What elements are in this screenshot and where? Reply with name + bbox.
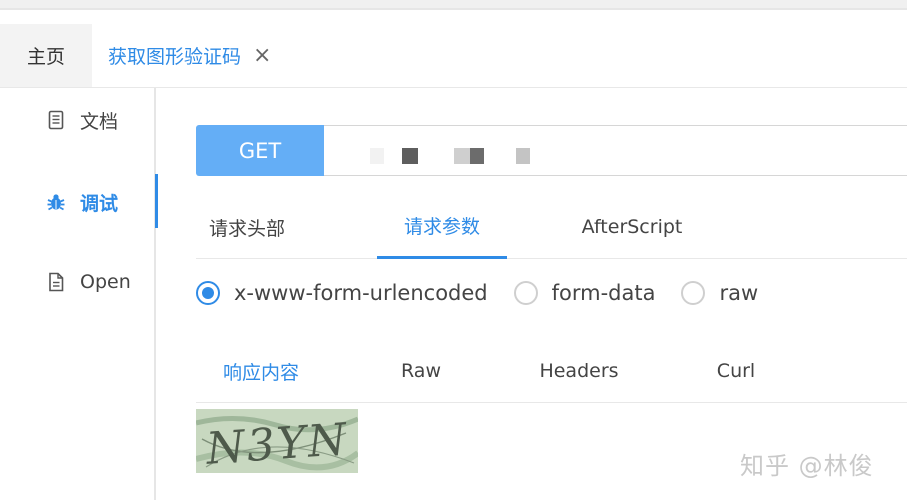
- tab-get-captcha-label: 获取图形验证码: [108, 46, 242, 68]
- method-select-button[interactable]: GET: [196, 125, 324, 176]
- radio-circle[interactable]: [513, 281, 538, 305]
- request-url-bar: GET: [196, 125, 907, 177]
- radio-label: x-www-form-urlencoded: [234, 281, 488, 305]
- tab-afterscript[interactable]: AfterScript: [572, 195, 692, 259]
- tab-bar: 主页 获取图形验证码 ×: [0, 24, 907, 88]
- tab-label: Raw: [401, 360, 441, 382]
- sidebar-item-label: Open: [80, 271, 131, 293]
- url-input[interactable]: [324, 125, 907, 176]
- tab-label: 响应内容: [222, 361, 299, 384]
- radio-x-www-form-urlencoded[interactable]: x-www-form-urlencoded: [196, 281, 488, 305]
- file-icon: [46, 271, 66, 293]
- sidebar: 文档 调试 Open: [0, 88, 158, 500]
- window-top-strip: [0, 0, 907, 10]
- captcha-text: N3YN: [204, 414, 350, 473]
- sidebar-item-open[interactable]: Open: [0, 252, 156, 312]
- bug-icon: [46, 191, 66, 213]
- tab-label: 请求参数: [403, 216, 480, 238]
- body-type-radio-group: x-www-form-urlencoded form-data raw: [196, 275, 784, 311]
- tab-get-captcha[interactable]: 获取图形验证码 ×: [108, 24, 271, 87]
- radio-raw[interactable]: raw: [681, 281, 758, 305]
- redacted-url-mosaic: [370, 148, 530, 164]
- sidebar-item-label: 文档: [80, 110, 119, 133]
- sidebar-item-debug[interactable]: 调试: [0, 172, 158, 232]
- radio-label: raw: [719, 281, 759, 305]
- radio-label: form-data: [551, 281, 656, 305]
- sidebar-item-label: 调试: [80, 192, 119, 215]
- tab-label: AfterScript: [581, 216, 683, 238]
- captcha-image: N3YN: [195, 409, 360, 475]
- tab-request-headers[interactable]: 请求头部: [196, 195, 298, 259]
- tab-response-content[interactable]: 响应内容: [196, 339, 326, 403]
- document-icon: [46, 109, 66, 131]
- response-tabs: 响应内容 Raw Headers Curl: [196, 339, 907, 403]
- radio-circle[interactable]: [196, 281, 220, 305]
- radio-circle[interactable]: [681, 281, 706, 305]
- tab-response-raw[interactable]: Raw: [376, 339, 466, 403]
- close-icon[interactable]: ×: [253, 43, 271, 68]
- radio-form-data[interactable]: form-data: [513, 281, 656, 305]
- tab-response-curl[interactable]: Curl: [696, 339, 776, 403]
- tab-request-params[interactable]: 请求参数: [377, 195, 507, 259]
- tab-home[interactable]: 主页: [0, 24, 92, 87]
- tab-response-headers[interactable]: Headers: [526, 339, 632, 403]
- request-tabs: 请求头部 请求参数 AfterScript: [196, 195, 907, 259]
- watermark: 知乎 @林俊: [740, 452, 874, 480]
- tab-label: 请求头部: [208, 217, 285, 240]
- tab-home-label: 主页: [26, 46, 65, 68]
- tab-label: Headers: [539, 360, 619, 382]
- sidebar-item-docs[interactable]: 文档: [0, 90, 156, 150]
- tab-label: Curl: [716, 360, 756, 382]
